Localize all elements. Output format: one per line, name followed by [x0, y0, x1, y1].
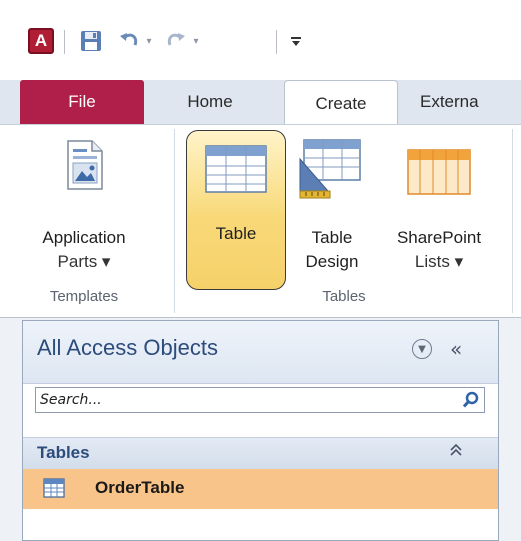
group-separator: [174, 129, 175, 313]
quick-access-toolbar: A ▾ ▾: [0, 0, 521, 88]
redo-dropdown-icon[interactable]: ▾: [190, 28, 202, 54]
tab-file[interactable]: File: [20, 80, 144, 124]
table-design-button[interactable]: Table Design: [290, 135, 374, 283]
redo-icon[interactable]: [165, 28, 187, 54]
table-design-label-2: Design: [305, 252, 359, 271]
table-icon: [205, 145, 267, 193]
nav-title[interactable]: All Access Objects: [37, 335, 218, 361]
save-icon[interactable]: [78, 28, 104, 54]
shutter-bar-close-icon[interactable]: «: [450, 337, 462, 361]
tab-home[interactable]: Home: [160, 80, 260, 124]
undo-dropdown-icon[interactable]: ▾: [143, 28, 155, 54]
table-icon: [43, 478, 65, 498]
sharepoint-lists-label-1: SharePoint: [396, 228, 482, 247]
table-design-label-1: Table: [311, 228, 353, 247]
tab-external-data[interactable]: Externa: [420, 80, 521, 124]
toolbar-separator: [276, 30, 277, 54]
table-design-icon: [299, 139, 361, 199]
group-label-templates: Templates: [49, 288, 119, 305]
application-parts-button[interactable]: Application Parts ▾: [2, 135, 166, 283]
nav-item-ordertable[interactable]: OrderTable: [23, 469, 498, 509]
access-window: A ▾ ▾ File Home Create Externa Applicati…: [0, 0, 521, 541]
search-box: [35, 387, 485, 413]
ribbon-tabs: File Home Create Externa: [0, 80, 521, 126]
collapse-group-icon[interactable]: [449, 442, 463, 462]
sharepoint-lists-button[interactable]: SharePoint Lists ▾: [374, 135, 504, 283]
table-button[interactable]: Table: [186, 130, 286, 290]
application-parts-label-2: Parts ▾: [57, 252, 111, 271]
group-label-tables: Tables: [322, 288, 366, 305]
undo-icon[interactable]: [118, 28, 140, 54]
ribbon-create: Application Parts ▾ Templates Table Tabl…: [0, 124, 521, 318]
search-icon[interactable]: [462, 391, 480, 409]
customize-toolbar-icon[interactable]: [287, 28, 305, 54]
access-app-icon[interactable]: A: [28, 28, 54, 54]
tab-create[interactable]: Create: [284, 80, 398, 126]
application-parts-icon: [67, 140, 103, 190]
sharepoint-lists-label-2: Lists ▾: [414, 252, 464, 271]
nav-header: All Access Objects ▼ «: [23, 321, 498, 384]
nav-group-title: Tables: [37, 443, 90, 462]
nav-item-label: OrderTable: [95, 478, 185, 497]
group-separator: [512, 129, 513, 313]
toolbar-separator: [64, 30, 65, 54]
search-input[interactable]: [36, 388, 464, 412]
table-label: Table: [215, 224, 257, 243]
navigation-pane: All Access Objects ▼ « Tables: [22, 320, 499, 541]
application-parts-label-1: Application: [42, 228, 126, 247]
nav-group-tables[interactable]: Tables: [23, 437, 498, 471]
sharepoint-lists-icon: [407, 149, 471, 195]
nav-menu-icon[interactable]: ▼: [412, 339, 432, 359]
